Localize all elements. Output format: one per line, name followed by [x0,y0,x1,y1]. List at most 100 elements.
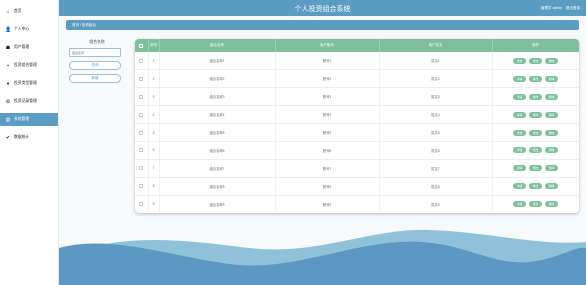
row-select[interactable] [135,159,149,178]
cell-index: 1 [148,52,160,70]
breadcrumb-text[interactable]: 首页 / 投资组合 [72,23,96,28]
delete-button[interactable]: 删除 [545,93,558,100]
row-select[interactable] [135,87,149,106]
header-account[interactable]: 用户账号 [275,39,380,52]
detail-button[interactable]: 详情 [513,93,526,100]
cell-index: 3 [148,87,160,106]
row-select[interactable] [135,69,149,88]
delete-button[interactable]: 删除 [545,201,558,208]
delete-button[interactable]: 删除 [545,165,558,172]
detail-button[interactable]: 详情 [513,147,526,154]
detail-button[interactable]: 详情 [513,165,526,172]
delete-button[interactable]: 删除 [545,75,558,82]
edit-button[interactable]: 修改 [529,201,542,208]
detail-button[interactable]: 详情 [513,183,526,190]
delete-button[interactable]: 删除 [545,111,558,118]
table-row: 5 组合名称5 账号5 姓名5 详情 修改 删除 [135,123,579,142]
detail-button[interactable]: 详情 [513,75,526,82]
cell-actions: 详情 修改 删除 [492,123,579,142]
detail-button[interactable]: 详情 [513,57,526,64]
row-select[interactable] [135,195,149,213]
row-select[interactable] [135,105,149,124]
cell-account: 账号8 [275,177,380,196]
row-checkbox[interactable] [139,130,144,135]
edit-button[interactable]: 修改 [529,183,542,190]
cell-account: 账号6 [275,141,380,160]
cell-name: 组合名称8 [159,177,276,196]
detail-button[interactable]: 详情 [513,111,526,118]
logout-link[interactable]: 退出登录 [566,6,580,11]
cell-account: 账号9 [275,195,380,213]
header-select-all[interactable] [135,39,149,52]
row-checkbox[interactable] [139,58,144,63]
sidebar-item[interactable]: ♦ 投资类型管理 [0,77,58,90]
row-select[interactable] [135,123,149,142]
row-actions: 详情 修改 删除 [493,57,579,64]
edit-button[interactable]: 修改 [529,75,542,82]
sidebar-item[interactable]: 👤 个人中心 [0,23,58,36]
add-button[interactable]: 新增 [69,74,121,83]
row-select[interactable] [135,52,149,70]
sidebar-item[interactable]: ✔ 数据统计 [0,131,58,144]
edit-button[interactable]: 修改 [529,111,542,118]
sidebar-item-label: 投资类型管理 [14,81,37,85]
cell-index: 6 [148,141,160,160]
row-actions: 详情 修改 删除 [493,75,579,82]
sidebar-item-label: 系统管理 [14,117,30,121]
tag-icon: ♦ [6,80,10,87]
detail-button[interactable]: 详情 [513,129,526,136]
delete-button[interactable]: 删除 [545,183,558,190]
row-checkbox[interactable] [139,76,144,81]
top-bar: 个人投资组合系统 管理员 admin 退出登录 [59,0,586,16]
table-row: 4 组合名称4 账号4 姓名4 详情 修改 删除 [135,105,579,124]
cell-actions: 详情 修改 删除 [492,159,579,178]
row-checkbox[interactable] [139,112,144,117]
cell-actions: 详情 修改 删除 [492,195,579,213]
delete-button[interactable]: 删除 [545,147,558,154]
row-actions: 详情 修改 删除 [493,147,579,154]
edit-button[interactable]: 修改 [529,129,542,136]
sidebar: ⌂ 首页 👤 个人中心 ☗ 用户管理 ▪ 投资组合管理 ♦ 投资类型管理 ⚙ 投资记录管理 ▤ 系统管理 ✔… [0,0,59,285]
header-name[interactable]: 组合名称 [159,39,276,52]
row-checkbox[interactable] [139,184,144,189]
sidebar-item-label: 投资组合管理 [14,63,37,67]
row-actions: 详情 修改 删除 [493,93,579,100]
row-select[interactable] [135,177,149,196]
cell-username: 姓名5 [379,123,493,142]
header-username[interactable]: 用户姓名 [379,39,493,52]
data-table: 序号 组合名称 用户账号 用户姓名 操作 1 组合名称1 账号1 姓名1 详情 修改 删除 2… [135,39,579,213]
row-select[interactable] [135,141,149,160]
row-checkbox[interactable] [139,166,144,171]
cell-index: 8 [148,177,160,196]
cell-actions: 详情 修改 删除 [492,69,579,88]
select-all-checkbox[interactable] [139,43,144,48]
table-row: 1 组合名称1 账号1 姓名1 详情 修改 删除 [135,52,579,70]
edit-button[interactable]: 修改 [529,165,542,172]
row-actions: 详情 修改 删除 [493,201,579,208]
data-table-card: 序号 组合名称 用户账号 用户姓名 操作 1 组合名称1 账号1 姓名1 详情 修改 删除 2… [135,39,579,213]
cell-index: 9 [148,195,160,213]
sidebar-item[interactable]: ▪ 投资组合管理 [0,59,58,72]
search-button[interactable]: 查询 [69,61,121,70]
edit-button[interactable]: 修改 [529,57,542,64]
row-checkbox[interactable] [139,148,144,153]
cell-account: 账号5 [275,123,380,142]
search-input[interactable] [69,48,121,57]
delete-button[interactable]: 删除 [545,129,558,136]
sidebar-item[interactable]: ⌂ 首页 [0,5,58,18]
row-checkbox[interactable] [139,94,144,99]
detail-button[interactable]: 详情 [513,201,526,208]
sidebar-item[interactable]: ▤ 系统管理 [0,113,58,126]
sidebar-item[interactable]: ⚙ 投资记录管理 [0,95,58,108]
row-checkbox[interactable] [139,202,144,207]
edit-button[interactable]: 修改 [529,147,542,154]
delete-button[interactable]: 删除 [545,57,558,64]
cell-username: 姓名3 [379,87,493,106]
list-icon: ⚙ [5,98,11,105]
settings-icon: ▤ [5,116,11,123]
edit-button[interactable]: 修改 [529,93,542,100]
users-icon: ☗ [5,44,11,51]
user-icon: 👤 [5,26,12,33]
user-info: 管理员 admin [540,6,562,10]
sidebar-item[interactable]: ☗ 用户管理 [0,41,58,54]
